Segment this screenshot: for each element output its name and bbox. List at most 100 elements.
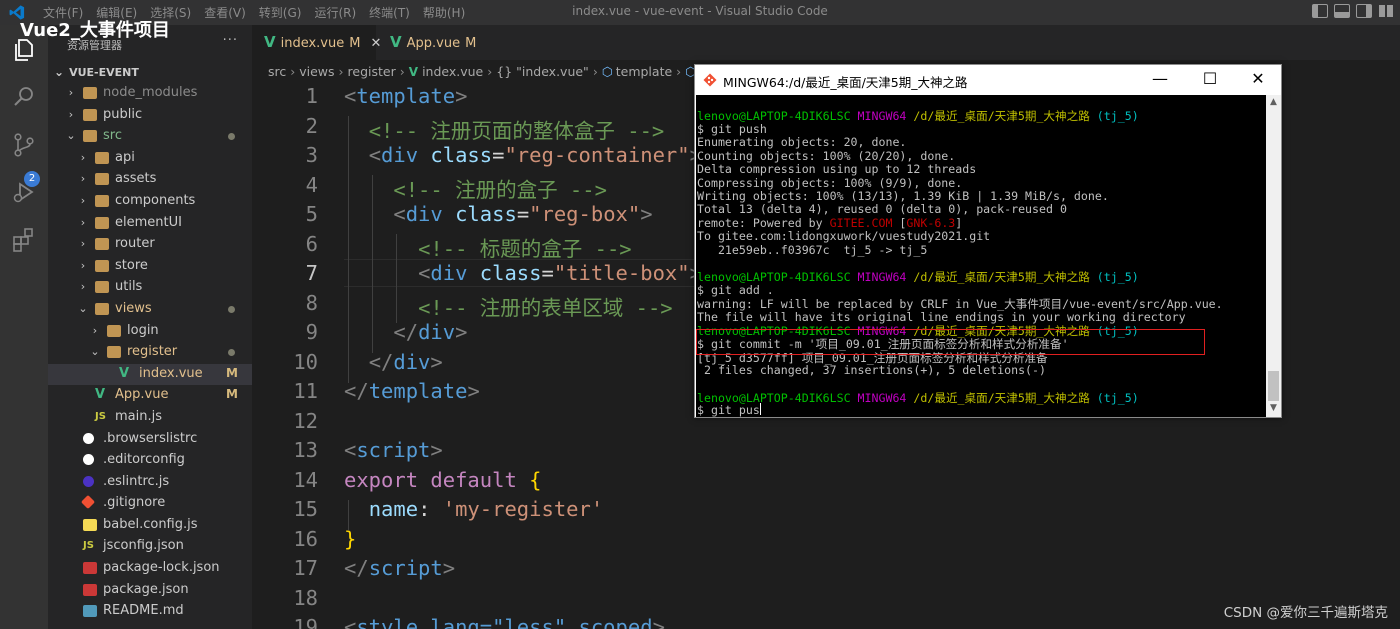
tree-item[interactable]: .editorconfig (48, 450, 252, 472)
symbol-icon: ⬡ (601, 64, 613, 79)
chevron-right-icon[interactable]: › (78, 172, 88, 185)
tab-index-vue[interactable]: Vindex.vue M ✕ (252, 25, 381, 60)
input-line[interactable]: $ git pus (697, 403, 761, 417)
folder-icon (95, 151, 109, 164)
line-number: 9 (305, 320, 318, 344)
line-number: 4 (305, 173, 318, 197)
tree-item[interactable]: Vindex.vue M (48, 363, 252, 386)
run-debug-icon[interactable] (10, 178, 38, 206)
tree-item[interactable]: JS jsconfig.json (48, 536, 252, 558)
tree-item[interactable]: › api (48, 148, 252, 170)
tree-item[interactable]: package.json (48, 580, 252, 602)
chevron-right-icon[interactable]: › (78, 194, 88, 207)
maximize-button[interactable]: ☐ (1195, 69, 1225, 89)
code-line-4: <!-- 注册的盒子 --> (393, 178, 607, 202)
terminal-scrollbar[interactable]: ▲ ▼ (1266, 95, 1281, 417)
folder-icon (95, 238, 109, 251)
chevron-right-icon[interactable]: › (78, 259, 88, 272)
chevron-right-icon[interactable]: › (78, 237, 88, 250)
minimize-button[interactable]: — (1145, 69, 1175, 89)
tree-item-label: store (115, 257, 148, 273)
menu-view[interactable]: 查看(V) (204, 4, 246, 21)
tree-item[interactable]: .gitignore (48, 493, 252, 515)
eslint-icon (83, 475, 94, 487)
customize-layout-icon[interactable] (1378, 4, 1394, 18)
breadcrumb-item[interactable]: views (299, 64, 334, 79)
tree-item[interactable]: › elementUI (48, 213, 252, 235)
tree-item-label: register (127, 344, 178, 360)
command-line: $ git push (697, 122, 767, 136)
folder-icon (95, 281, 109, 294)
code-line-15: name: 'my-register' (368, 497, 604, 521)
tree-item-label: login (127, 322, 159, 338)
chevron-right-icon[interactable]: › (66, 108, 76, 121)
tree-item[interactable]: JS main.js (48, 407, 252, 429)
terminal-title-bar[interactable]: MINGW64:/d/最近_桌面/天津5期_大神之路 — ☐ ✕ (695, 65, 1281, 95)
more-actions-icon[interactable]: ··· (223, 33, 238, 48)
breadcrumb-item[interactable]: register (348, 64, 396, 79)
vue-icon: V (119, 365, 130, 381)
source-control-icon[interactable] (10, 131, 38, 159)
tree-item[interactable]: › router (48, 234, 252, 256)
tree-item[interactable]: package-lock.json (48, 558, 252, 580)
line-number: 5 (305, 202, 318, 226)
chevron-right-icon[interactable]: › (66, 86, 76, 99)
tree-item[interactable]: › components (48, 191, 252, 213)
breadcrumb-item[interactable]: {} "index.vue" (496, 64, 589, 79)
breadcrumb-item[interactable]: template (616, 64, 672, 79)
scroll-down-icon[interactable]: ▼ (1266, 403, 1281, 413)
chevron-right-icon[interactable]: › (78, 216, 88, 229)
tree-item[interactable]: README.md (48, 601, 252, 623)
output-line: remote: Powered by GITEE.COM [GNK-6.3] (697, 216, 963, 230)
tree-item[interactable]: ⌄ views (48, 299, 252, 321)
toggle-sidebar-icon[interactable] (1312, 4, 1328, 18)
toggle-panel-icon[interactable] (1334, 4, 1350, 18)
tree-item[interactable]: › public (48, 105, 252, 127)
chevron-right-icon: › (399, 64, 405, 79)
tab-app-vue[interactable]: V App.vue M (376, 25, 486, 60)
chevron-down-icon[interactable]: ⌄ (90, 345, 100, 358)
chevron-right-icon[interactable]: › (90, 324, 100, 337)
js-icon: JS (83, 540, 94, 552)
line-number: 11 (293, 379, 318, 403)
menu-run[interactable]: 运行(R) (314, 4, 356, 21)
menu-help[interactable]: 帮助(H) (423, 4, 465, 21)
tree-item[interactable]: › login (48, 321, 252, 343)
breadcrumb: src › views › register › Vindex.vue ›{} "index.… (268, 64, 696, 79)
modified-dot-icon (228, 349, 235, 357)
tree-item[interactable]: › assets (48, 169, 252, 191)
scroll-up-icon[interactable]: ▲ (1266, 97, 1281, 107)
line-number: 18 (293, 586, 318, 610)
tree-item[interactable]: ⌄ register (48, 342, 252, 364)
tree-item[interactable]: V App.vue M (48, 385, 252, 407)
breadcrumb-item[interactable]: src (268, 64, 286, 79)
project-root[interactable]: VUE-EVENT (54, 65, 139, 79)
tree-item[interactable]: .browserslistrc (48, 429, 252, 451)
text-cursor (759, 403, 761, 415)
close-button[interactable]: ✕ (1243, 69, 1273, 89)
extensions-icon[interactable] (10, 226, 38, 254)
chevron-right-icon[interactable]: › (78, 280, 88, 293)
menu-go[interactable]: 转到(G) (259, 4, 302, 21)
tree-item[interactable]: › store (48, 256, 252, 278)
tree-item[interactable]: babel.config.js (48, 515, 252, 537)
toggle-secondary-sidebar-icon[interactable] (1356, 4, 1372, 18)
tree-item[interactable]: ⌄ src (48, 126, 252, 148)
tree-item[interactable]: .eslintrc.js (48, 472, 252, 494)
line-number: 10 (293, 350, 318, 374)
tree-item-label: node_modules (103, 85, 198, 100)
tree-item-label: babel.config.js (103, 516, 198, 532)
chevron-right-icon: › (676, 64, 682, 79)
scrollbar-thumb[interactable] (1268, 371, 1279, 401)
tree-item-label: utils (115, 279, 143, 295)
search-icon[interactable] (10, 83, 38, 111)
tree-item[interactable]: › utils (48, 277, 252, 299)
terminal-output[interactable]: lenovo@LAPTOP-4DIK6LSC MINGW64 /d/最近_桌面/… (696, 95, 1266, 417)
chevron-down-icon[interactable]: ⌄ (78, 302, 88, 315)
chevron-down-icon[interactable]: ⌄ (66, 129, 76, 142)
chevron-right-icon[interactable]: › (78, 151, 88, 164)
line-number: 7 (305, 261, 318, 285)
breadcrumb-item[interactable]: index.vue (422, 64, 483, 79)
menu-terminal[interactable]: 终端(T) (369, 4, 410, 21)
tree-item[interactable]: › node_modules (48, 83, 252, 105)
